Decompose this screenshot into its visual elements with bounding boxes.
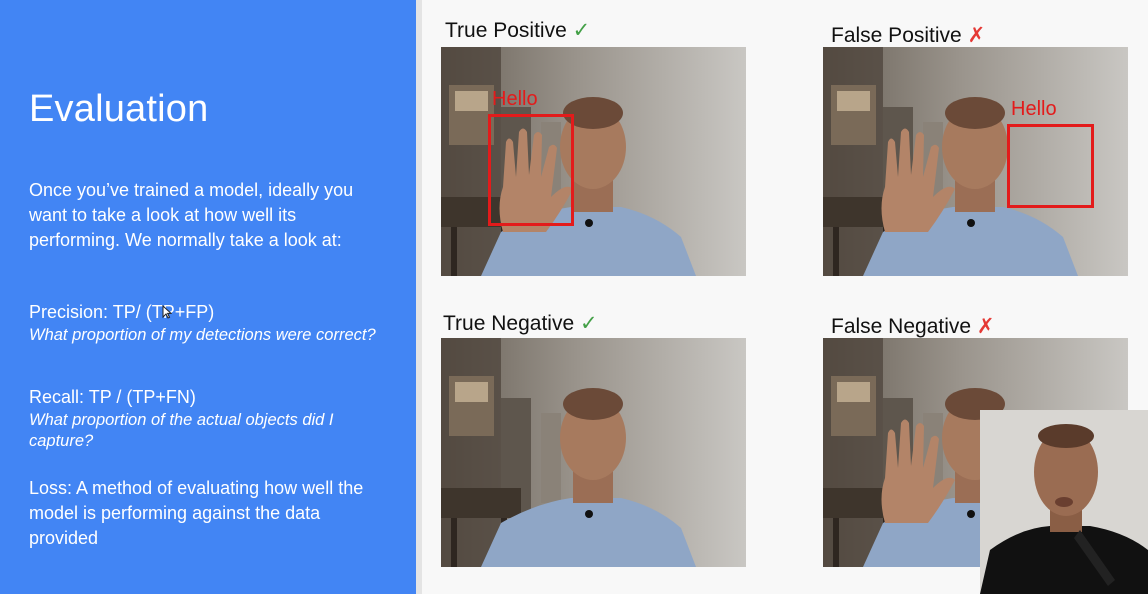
photo-true-positive [441, 47, 746, 276]
slide-title: Evaluation [29, 88, 209, 130]
caption-false-positive: False Positive ✗ [831, 24, 986, 47]
slide-panel: Evaluation Once you’ve trained a model, … [0, 0, 416, 594]
caption-true-positive: True Positive ✓ [445, 19, 591, 42]
mouse-cursor-icon [162, 304, 173, 322]
photo-true-negative [441, 338, 746, 567]
precision-label: Precision: TP/ (TP+FP) [29, 302, 215, 322]
precision-description: What proportion of my detections were co… [29, 326, 376, 344]
check-icon: ✓ [572, 19, 591, 42]
recall-label: Recall: TP / (TP+FN) [29, 387, 196, 407]
caption-true-negative: True Negative ✓ [443, 312, 598, 335]
cross-icon: ✗ [976, 315, 995, 338]
bounding-box-true-positive [488, 114, 574, 226]
intro-text: Once you’ve trained a model, ideally you… [29, 180, 354, 250]
presenter-webcam [980, 410, 1148, 594]
cross-icon: ✗ [967, 24, 986, 47]
check-icon: ✓ [579, 312, 598, 335]
bounding-box-false-positive [1007, 124, 1094, 208]
box-label-true-positive: Hello [492, 88, 538, 110]
caption-false-negative: False Negative ✗ [831, 315, 995, 338]
box-label-false-positive: Hello [1011, 98, 1057, 120]
precision-section: Precision: TP/ (TP+FP) What proportion o… [29, 300, 389, 346]
recall-section: Recall: TP / (TP+FN) What proportion of … [29, 385, 389, 452]
recall-description: What proportion of the actual objects di… [29, 411, 334, 450]
loss-text: Loss: A method of evaluating how well th… [29, 478, 364, 548]
